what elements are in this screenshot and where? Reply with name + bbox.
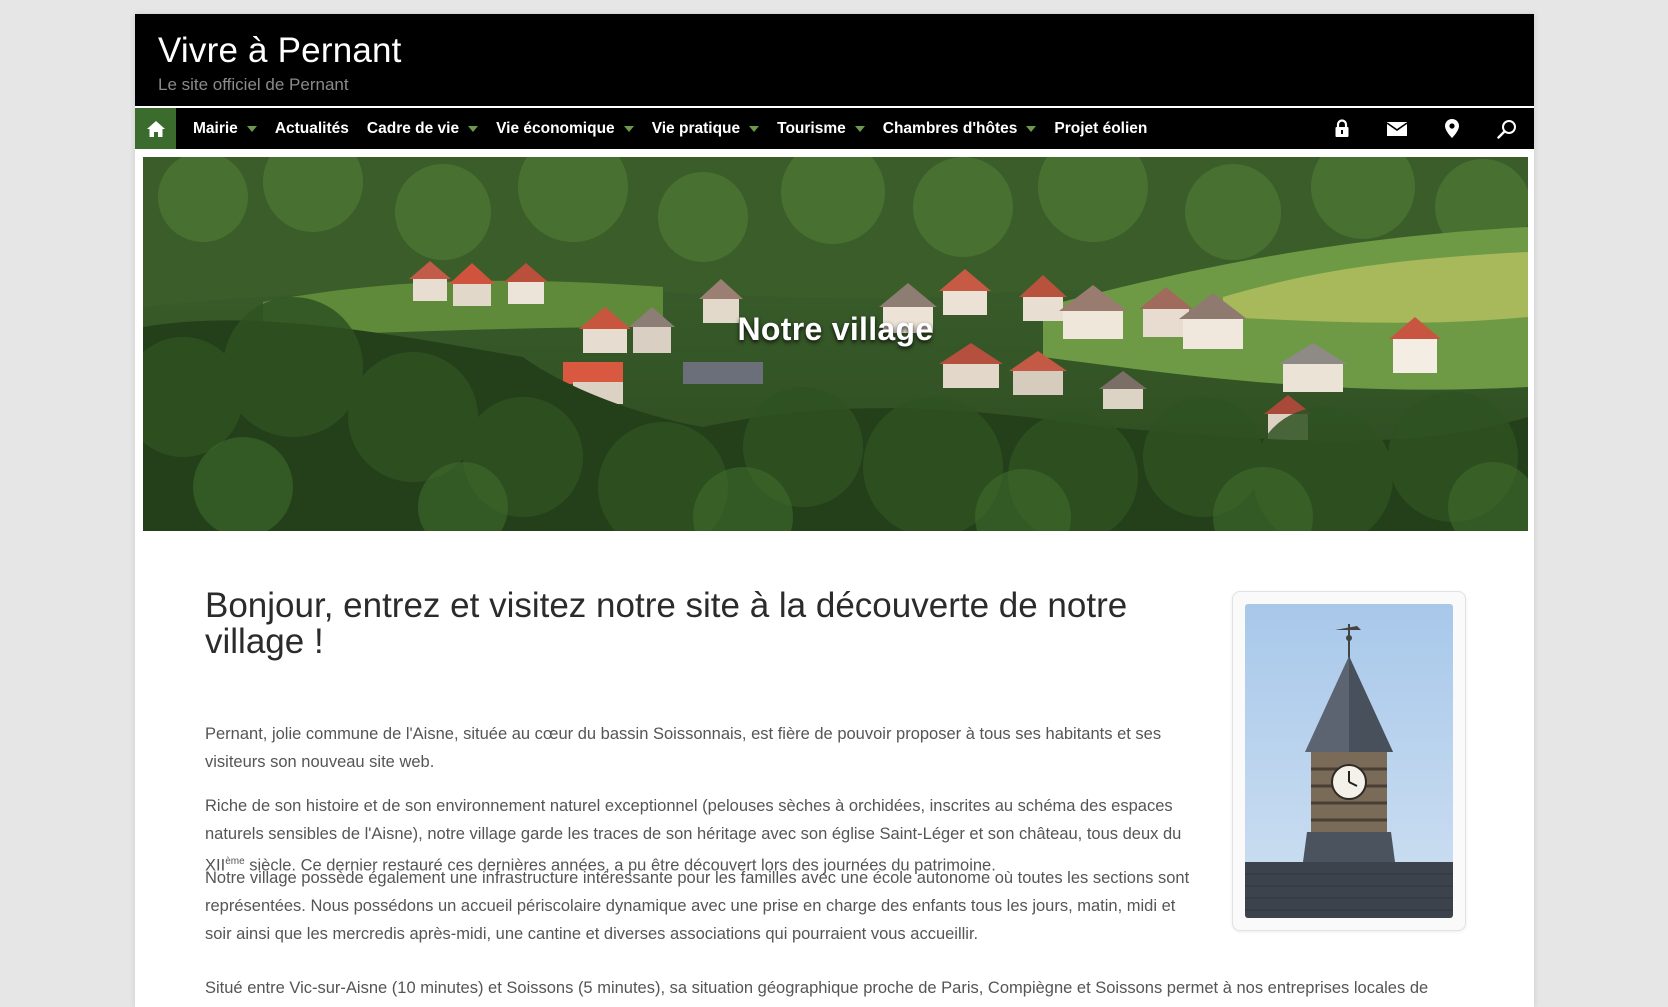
location-paragraph: Situé entre Vic-sur-Aisne (10 minutes) e…	[205, 979, 1429, 997]
mail-icon	[1386, 121, 1407, 136]
side-image-frame	[1232, 591, 1466, 931]
nav-item-label: Actualités	[274, 119, 349, 137]
home-icon	[146, 120, 165, 137]
infrastructure-paragraph: Notre village possède également une infr…	[205, 869, 1190, 943]
nav-item-chambres-dhotes[interactable]: Chambres d'hôtes	[874, 108, 1046, 149]
nav-home-button[interactable]	[135, 108, 176, 149]
nav-item-vie-pratique[interactable]: Vie pratique	[643, 108, 768, 149]
nav-item-actualites[interactable]: Actualités	[266, 108, 358, 149]
page: Vivre à Pernant Le site officiel de Pern…	[135, 14, 1534, 1007]
intro-paragraph: Pernant, jolie commune de l'Aisne, situé…	[205, 725, 1162, 771]
welcome-heading: Bonjour, entrez et visitez notre site à …	[205, 586, 1128, 661]
lock-icon	[1335, 119, 1348, 137]
nav-item-label: Tourisme	[777, 119, 846, 137]
caret-down-icon	[749, 125, 760, 132]
nav-item-label: Vie pratique	[651, 119, 741, 137]
map-pin-icon	[1444, 119, 1459, 138]
search-button[interactable]	[1479, 108, 1534, 149]
search-icon	[1496, 119, 1516, 139]
caret-down-icon	[246, 125, 257, 132]
nav-item-label: Chambres d'hôtes	[882, 119, 1018, 137]
contact-button[interactable]	[1369, 108, 1424, 149]
nav-item-vie-economique[interactable]: Vie économique	[487, 108, 643, 149]
nav-item-label: Cadre de vie	[366, 119, 460, 137]
site-title[interactable]: Vivre à Pernant	[158, 31, 402, 71]
nav-item-projet-eolien[interactable]: Projet éolien	[1045, 108, 1156, 149]
nav-item-label: Vie économique	[496, 119, 615, 137]
caret-down-icon	[468, 125, 479, 132]
main-navigation: Mairie Actualités Cadre de vie Vie écono…	[135, 108, 1534, 149]
caret-down-icon	[854, 125, 865, 132]
hero-banner: Notre village	[143, 157, 1528, 531]
caret-down-icon	[623, 125, 634, 132]
nav-item-label: Projet éolien	[1054, 119, 1148, 137]
nav-tools	[1314, 108, 1534, 149]
nav-item-label: Mairie	[193, 119, 238, 137]
login-button[interactable]	[1314, 108, 1369, 149]
nav-item-tourisme[interactable]: Tourisme	[768, 108, 874, 149]
bell-tower-image	[1245, 604, 1453, 918]
map-button[interactable]	[1424, 108, 1479, 149]
main-content: Bonjour, entrez et visitez notre site à …	[205, 586, 1205, 944]
hero-title: Notre village	[737, 311, 934, 347]
caret-down-icon	[1026, 125, 1037, 132]
nav-menu: Mairie Actualités Cadre de vie Vie écono…	[184, 108, 1156, 149]
site-tagline: Le site officiel de Pernant	[158, 75, 349, 94]
nav-item-mairie[interactable]: Mairie	[184, 108, 266, 149]
site-header: Vivre à Pernant Le site officiel de Pern…	[135, 14, 1534, 106]
nav-item-cadre-de-vie[interactable]: Cadre de vie	[358, 108, 487, 149]
